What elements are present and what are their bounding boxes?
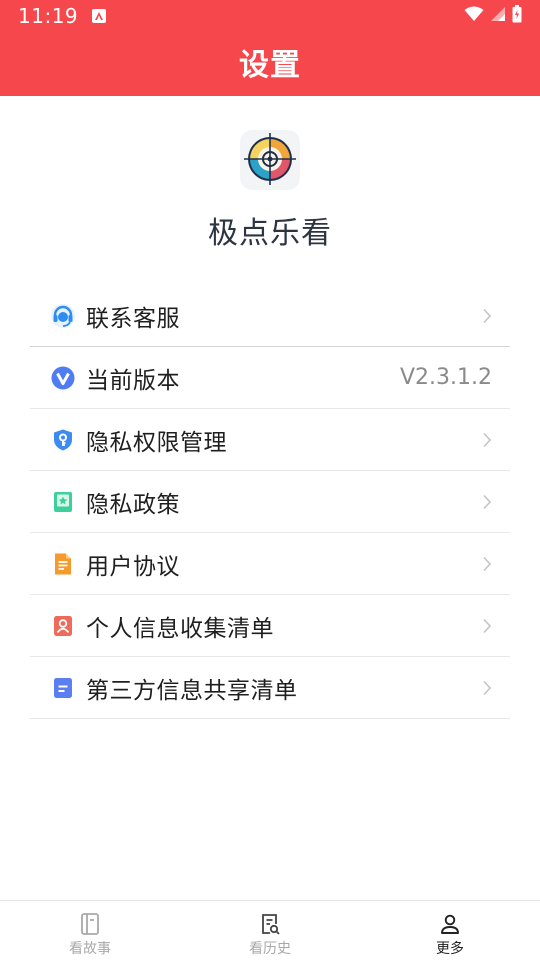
settings-screen: 11:19 设置 极点乐看 联系客服 当前版本 V2.3.1.2 隐私权限管理 …	[0, 0, 540, 960]
battery-icon	[512, 5, 522, 27]
chevron-right-icon	[483, 618, 492, 633]
header: 11:19 设置	[0, 0, 540, 96]
book-icon	[81, 913, 99, 935]
version-value: V2.3.1.2	[399, 365, 492, 390]
menu-item-personal-info-list[interactable]: 个人信息收集清单	[30, 595, 510, 657]
menu-item-contact-support[interactable]: 联系客服	[30, 285, 510, 347]
menu-item-privacy-permissions[interactable]: 隐私权限管理	[30, 409, 510, 471]
tab-label: 看历史	[249, 941, 291, 957]
chevron-right-icon	[483, 494, 492, 509]
menu-item-right	[482, 618, 492, 634]
chevron-right-icon	[483, 680, 492, 695]
menu-item-user-agreement[interactable]: 用户协议	[30, 533, 510, 595]
bookmark-star-icon	[50, 489, 76, 515]
status-indicators	[464, 5, 522, 27]
menu-item-right	[482, 680, 492, 696]
tab-label: 更多	[436, 941, 464, 957]
menu-item-right	[482, 556, 492, 572]
history-doc-icon	[262, 914, 280, 935]
menu-item-right	[482, 432, 492, 448]
user-card-icon	[50, 613, 76, 639]
tab-more[interactable]: 更多	[360, 901, 540, 960]
menu-item-label: 隐私权限管理	[86, 429, 227, 456]
menu-item-label: 联系客服	[86, 305, 180, 332]
menu-item-current-version[interactable]: 当前版本 V2.3.1.2	[30, 347, 510, 409]
document-icon	[50, 551, 76, 577]
page-title: 设置	[239, 48, 301, 83]
menu-item-right: V2.3.1.2	[400, 365, 492, 390]
menu-item-right	[482, 494, 492, 510]
app-name: 极点乐看	[208, 216, 332, 251]
menu-item-label: 用户协议	[86, 553, 180, 580]
settings-menu: 联系客服 当前版本 V2.3.1.2 隐私权限管理 隐私政策 用户协议 个人信息…	[30, 285, 510, 719]
bottom-nav: 看故事 看历史 更多	[0, 900, 540, 960]
list-doc-icon	[50, 675, 76, 701]
signal-icon	[490, 6, 506, 26]
chevron-right-icon	[483, 556, 492, 571]
menu-item-label: 个人信息收集清单	[86, 615, 274, 642]
status-time: 11:19	[18, 4, 79, 28]
menu-item-label: 当前版本	[86, 367, 180, 394]
menu-item-right	[482, 308, 492, 324]
tab-label: 看故事	[69, 941, 111, 957]
menu-item-label: 隐私政策	[86, 491, 180, 518]
status-bar: 11:19	[0, 0, 540, 32]
headset-icon	[50, 303, 76, 329]
app-info: 极点乐看	[0, 130, 540, 252]
menu-item-third-party-sharing-list[interactable]: 第三方信息共享清单	[30, 657, 510, 719]
app-logo	[240, 130, 300, 190]
chevron-right-icon	[483, 432, 492, 447]
person-icon	[441, 914, 459, 934]
menu-item-privacy-policy[interactable]: 隐私政策	[30, 471, 510, 533]
shield-key-icon	[50, 427, 76, 453]
tab-history[interactable]: 看历史	[180, 901, 360, 960]
notification-app-icon	[92, 9, 107, 23]
tab-stories[interactable]: 看故事	[0, 901, 180, 960]
menu-item-label: 第三方信息共享清单	[86, 677, 298, 704]
chevron-right-icon	[483, 308, 492, 323]
version-icon	[50, 365, 76, 391]
wifi-icon	[464, 6, 484, 26]
